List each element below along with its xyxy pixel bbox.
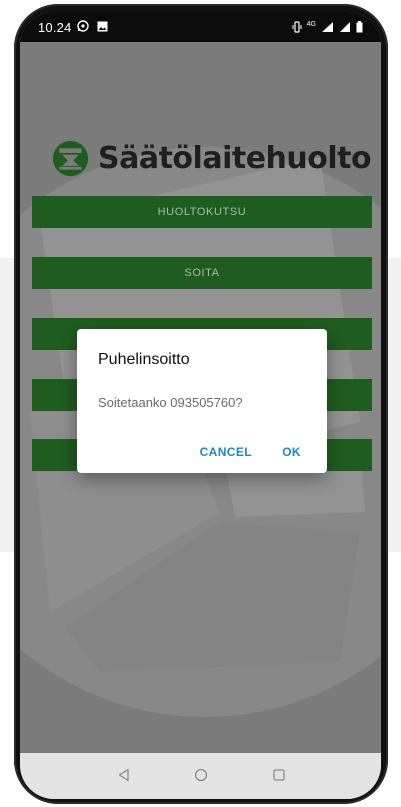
network-type-label: 4G [306, 20, 316, 28]
signal-icon-secondary [340, 22, 350, 32]
phone-screen: 10.24 4G Säätölaitehuolto HUOLTOKUTSU SO… [20, 12, 381, 799]
whatsapp-icon [77, 20, 89, 32]
call-confirm-dialog: Puhelinsoitto Soitetaanko 093505760? CAN… [77, 329, 327, 473]
app-content: Säätölaitehuolto HUOLTOKUTSU SOITA ANNA … [20, 42, 381, 753]
back-icon[interactable] [117, 768, 131, 782]
vibrate-icon [292, 21, 302, 33]
cancel-button[interactable]: CANCEL [200, 445, 252, 459]
status-time: 10.24 [38, 20, 72, 35]
ok-button[interactable]: OK [282, 445, 301, 459]
dialog-message: Soitetaanko 093505760? [98, 395, 243, 410]
home-icon[interactable] [194, 768, 208, 782]
signal-icon [322, 22, 333, 32]
image-notification-icon [97, 21, 108, 32]
recents-icon[interactable] [272, 768, 286, 782]
dialog-title: Puhelinsoitto [98, 351, 190, 368]
battery-icon [356, 21, 363, 33]
status-right-icons: 4G [292, 20, 363, 34]
status-bar: 10.24 4G [20, 12, 381, 42]
navigation-bar [20, 753, 381, 799]
